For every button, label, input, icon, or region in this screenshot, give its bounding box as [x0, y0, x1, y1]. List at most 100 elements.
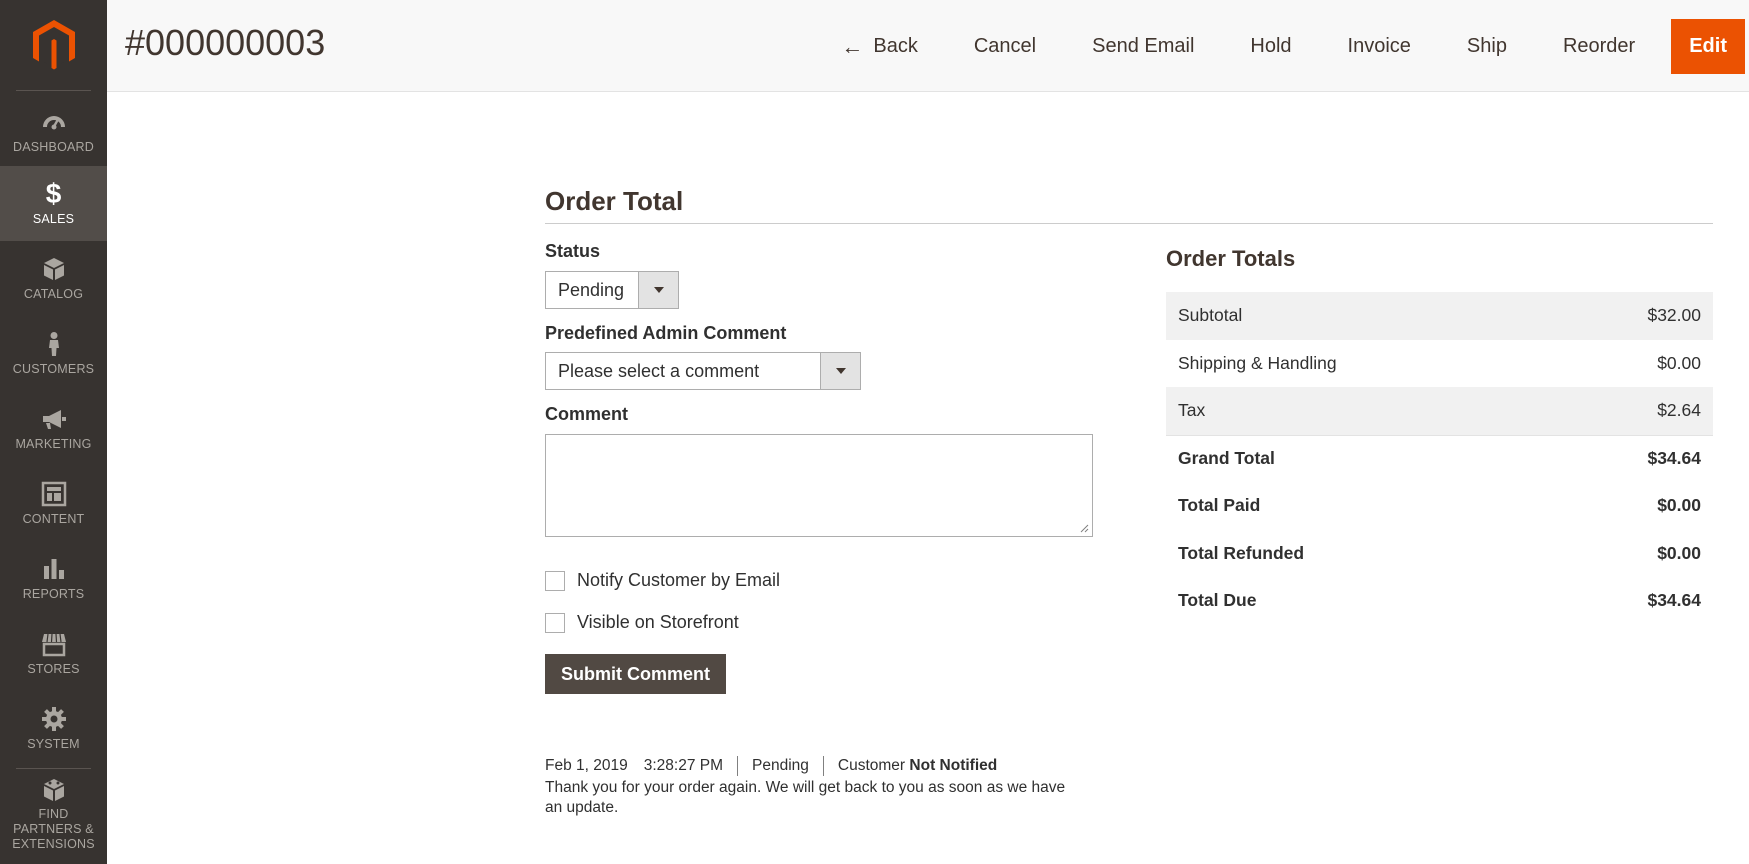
sidebar-item-find-partners[interactable]: FIND PARTNERS & EXTENSIONS [0, 776, 107, 852]
order-totals-title: Order Totals [1166, 246, 1296, 271]
sidebar-item-label: CATALOG [23, 287, 84, 301]
gear-icon [40, 705, 68, 733]
submit-comment-button[interactable]: Submit Comment [545, 654, 726, 694]
back-button[interactable]: ← Back [813, 19, 945, 74]
sidebar-item-customers[interactable]: CUSTOMERS [0, 316, 107, 391]
magento-logo[interactable] [0, 0, 107, 90]
notify-customer-checkbox[interactable] [545, 570, 565, 591]
sidebar-item-label: DASHBOARD [13, 140, 94, 154]
totals-row-label: Shipping & Handling [1178, 352, 1337, 373]
status-label: Status [545, 241, 601, 261]
page-header: #000000003 ← Back Cancel Send Email Hold… [107, 0, 1749, 92]
comment-label: Comment [545, 404, 629, 424]
order-totals-table: Subtotal $32.00 Shipping & Handling $0.0… [1166, 292, 1713, 625]
history-date: Feb 1, 2019 [545, 757, 628, 774]
sidebar-item-label: STORES [27, 662, 80, 676]
history-time: 3:28:27 PM [643, 757, 724, 774]
notify-customer-label[interactable]: Notify Customer by Email [577, 570, 780, 591]
sidebar-item-label: SALES [32, 212, 75, 226]
history-separator [737, 756, 739, 776]
ship-button[interactable]: Ship [1439, 19, 1535, 74]
page-title: #000000003 [125, 22, 326, 63]
section-title: Order Total [545, 186, 684, 216]
chevron-down-icon [638, 272, 678, 308]
totals-row-value: $0.00 [1657, 352, 1701, 373]
totals-row-total-due: Total Due $34.64 [1166, 577, 1713, 625]
totals-row-label: Grand Total [1178, 448, 1275, 469]
sidebar-item-label: MARKETING [15, 437, 92, 451]
totals-row-label: Total Due [1178, 590, 1257, 611]
sidebar-item-label: SYSTEM [27, 737, 80, 751]
sidebar-item-marketing[interactable]: MARKETING [0, 391, 107, 466]
app: DASHBOARD $ SALES CATALOG CUSTOMERS MARK… [0, 0, 1749, 864]
sidebar-divider [16, 768, 91, 769]
person-icon [40, 330, 68, 358]
history-separator [822, 756, 824, 776]
sidebar-item-system[interactable]: SYSTEM [0, 691, 107, 766]
back-label: Back [873, 35, 918, 57]
totals-row-shipping: Shipping & Handling $0.00 [1166, 340, 1713, 388]
totals-row-total-refunded: Total Refunded $0.00 [1166, 530, 1713, 578]
sidebar-item-label: REPORTS [22, 587, 85, 601]
history-customer-prefix: Customer [837, 757, 906, 774]
totals-row-total-paid: Total Paid $0.00 [1166, 482, 1713, 530]
sidebar-item-content[interactable]: CONTENT [0, 466, 107, 541]
hold-button[interactable]: Hold [1222, 19, 1319, 74]
totals-row-value: $0.00 [1657, 495, 1701, 516]
arrow-left-icon: ← [841, 33, 864, 59]
history-meta: Feb 1, 2019 3:28:27 PM Pending Customer … [545, 756, 1085, 776]
sidebar-item-dashboard[interactable]: DASHBOARD [0, 94, 107, 169]
predefined-comment-value: Please select a comment [558, 360, 760, 381]
sidebar-item-reports[interactable]: REPORTS [0, 541, 107, 616]
visible-storefront-checkbox[interactable] [545, 612, 565, 633]
sidebar-item-label: FIND PARTNERS & EXTENSIONS [12, 807, 95, 851]
totals-row-value: $2.64 [1657, 400, 1701, 421]
layout-icon [40, 480, 68, 508]
visible-storefront-label[interactable]: Visible on Storefront [577, 612, 739, 633]
sidebar-divider [16, 90, 91, 91]
notify-customer-row: Notify Customer by Email [545, 570, 780, 591]
sidebar-item-label: CONTENT [22, 512, 85, 526]
comment-textarea[interactable] [545, 434, 1093, 537]
box-icon [40, 255, 68, 283]
dashboard-icon [40, 108, 68, 136]
reorder-button[interactable]: Reorder [1535, 19, 1663, 74]
totals-row-label: Total Paid [1178, 495, 1261, 516]
sidebar-item-stores[interactable]: STORES [0, 616, 107, 691]
totals-row-value: $34.64 [1647, 590, 1701, 611]
blocks-icon [40, 776, 68, 803]
sidebar-item-catalog[interactable]: CATALOG [0, 241, 107, 316]
storefront-icon [40, 630, 68, 658]
totals-row-value: $32.00 [1647, 305, 1701, 326]
resize-handle-icon[interactable] [1079, 523, 1089, 533]
status-select-value: Pending [558, 279, 625, 300]
chevron-down-icon [820, 353, 860, 389]
predefined-comment-select[interactable]: Please select a comment [545, 352, 861, 390]
status-select[interactable]: Pending [545, 271, 679, 309]
totals-row-tax: Tax $2.64 [1166, 387, 1713, 435]
dollar-icon: $ [45, 178, 62, 209]
history-status: Pending [752, 757, 809, 774]
totals-row-label: Total Refunded [1178, 542, 1305, 563]
invoice-button[interactable]: Invoice [1320, 19, 1439, 74]
page-actions: ← Back Cancel Send Email Hold Invoice Sh… [813, 19, 1745, 74]
visible-storefront-row: Visible on Storefront [545, 612, 739, 633]
history-customer-status: Not Notified [909, 757, 998, 774]
send-email-button[interactable]: Send Email [1064, 19, 1222, 74]
admin-sidebar: DASHBOARD $ SALES CATALOG CUSTOMERS MARK… [0, 0, 107, 864]
totals-row-value: $0.00 [1657, 542, 1701, 563]
totals-row-grand-total: Grand Total $34.64 [1166, 434, 1713, 483]
megaphone-icon [40, 405, 68, 433]
totals-row-value: $34.64 [1647, 448, 1701, 469]
cancel-button[interactable]: Cancel [946, 19, 1064, 74]
comment-history-entry: Feb 1, 2019 3:28:27 PM Pending Customer … [545, 756, 1085, 818]
predefined-comment-label: Predefined Admin Comment [545, 323, 787, 343]
sidebar-item-label: CUSTOMERS [12, 362, 95, 376]
magento-logo-icon [32, 20, 75, 70]
sidebar-item-sales[interactable]: $ SALES [0, 166, 107, 241]
bar-chart-icon [40, 555, 68, 583]
totals-row-label: Tax [1178, 400, 1206, 421]
history-comment: Thank you for your order again. We will … [545, 779, 1066, 816]
section-divider [545, 223, 1713, 224]
edit-button[interactable]: Edit [1671, 19, 1745, 74]
